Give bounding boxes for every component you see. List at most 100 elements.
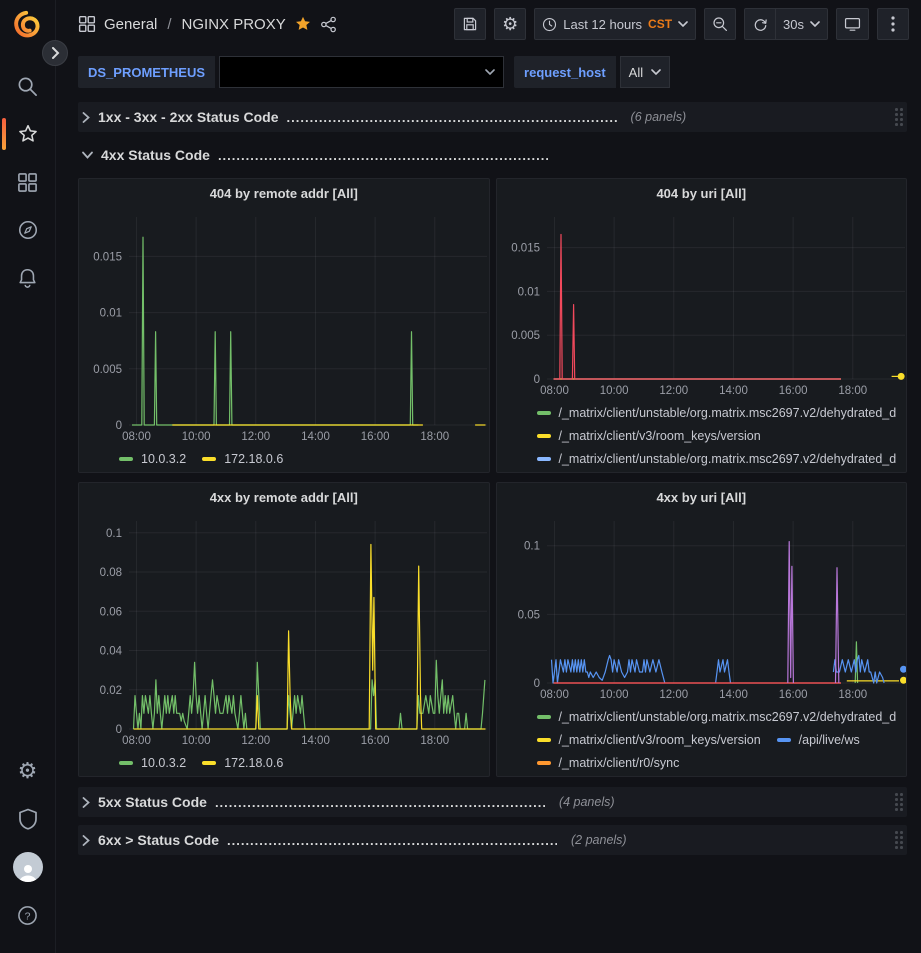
more-options-button[interactable] <box>877 8 909 40</box>
legend-item[interactable]: /_matrix/client/unstable/org.matrix.msc2… <box>537 401 897 424</box>
svg-text:0.1: 0.1 <box>106 528 122 540</box>
panel-title[interactable]: 404 by uri [All] <box>503 179 901 207</box>
row-4xx[interactable]: 4xx Status Code ........................… <box>78 140 907 170</box>
save-dashboard-button[interactable] <box>454 8 486 40</box>
main-area: General / NGINX PROXY ⚙ Last 12 hours CS… <box>56 0 921 953</box>
legend-item[interactable]: /api/live/ws <box>777 728 860 751</box>
breadcrumb: General / NGINX PROXY <box>78 15 337 33</box>
legend-item[interactable]: /_matrix/client/v3/room_keys/version <box>537 728 761 751</box>
legend-label: /_matrix/client/v3/room_keys/version <box>559 429 761 443</box>
chevron-down-icon <box>651 69 661 75</box>
legend-swatch <box>537 434 551 438</box>
time-series-chart[interactable]: 08:0010:0012:0014:0016:0018:0000.0050.01… <box>85 207 490 445</box>
legend-item[interactable]: /sw.js <box>777 470 830 472</box>
panel-4xx-by-remote-addr: 4xx by remote addr [All] 08:0010:0012:00… <box>78 482 490 777</box>
svg-text:18:00: 18:00 <box>838 385 867 397</box>
legend-item[interactable]: /_matrix/client/unstable/org.matrix.msc2… <box>537 774 897 776</box>
svg-text:12:00: 12:00 <box>241 431 270 443</box>
svg-text:10:00: 10:00 <box>182 431 211 443</box>
dashboard-body: 1xx - 3xx - 2xx Status Code ............… <box>56 98 921 953</box>
explore-compass-icon <box>17 219 39 241</box>
time-series-chart[interactable]: 08:0010:0012:0014:0016:0018:0000.0050.01… <box>503 207 908 399</box>
svg-text:16:00: 16:00 <box>778 385 807 397</box>
svg-text:14:00: 14:00 <box>719 385 748 397</box>
svg-text:0.05: 0.05 <box>517 609 539 621</box>
chevron-right-icon <box>51 47 60 59</box>
legend-item[interactable]: /_matrix/client/unstable/org.matrix.msc2… <box>537 705 897 728</box>
legend-item[interactable]: /_matrix/client/v3/room_keys/version <box>537 424 761 447</box>
svg-text:18:00: 18:00 <box>420 431 449 443</box>
svg-text:0.01: 0.01 <box>517 286 539 298</box>
panel-legend: 10.0.3.2 172.18.0.6 <box>85 445 483 470</box>
sidebar-item-search[interactable] <box>0 62 56 110</box>
time-series-chart[interactable]: 08:0010:0012:0014:0016:0018:0000.020.040… <box>85 511 490 749</box>
favorite-star-icon[interactable] <box>294 15 312 33</box>
sidebar-item-starred[interactable] <box>0 110 56 158</box>
row-drag-handle[interactable] <box>895 108 903 126</box>
sidebar-item-configuration[interactable]: ⚙ <box>0 747 56 795</box>
svg-text:14:00: 14:00 <box>301 431 330 443</box>
sidebar-item-explore[interactable] <box>0 206 56 254</box>
legend-item[interactable]: /_matrix/client/v3/room_keys/version <box>537 470 761 472</box>
legend-swatch <box>537 715 551 719</box>
breadcrumb-dashboard-title[interactable]: NGINX PROXY <box>182 16 286 33</box>
row-drag-handle[interactable] <box>895 793 903 811</box>
dashboard-settings-button[interactable]: ⚙ <box>494 8 526 40</box>
legend-item[interactable]: 10.0.3.2 <box>119 447 186 470</box>
panel-title[interactable]: 4xx by uri [All] <box>503 483 901 511</box>
zoom-out-time-button[interactable] <box>704 8 736 40</box>
grafana-logo[interactable] <box>13 10 43 40</box>
legend-item[interactable]: 172.18.0.6 <box>202 751 283 774</box>
panel-legend: /_matrix/client/unstable/org.matrix.msc2… <box>503 703 901 776</box>
svg-text:12:00: 12:00 <box>241 735 270 747</box>
refresh-icon <box>753 17 768 32</box>
svg-text:0: 0 <box>116 420 122 432</box>
breadcrumb-separator: / <box>167 16 171 33</box>
legend-label: 10.0.3.2 <box>141 452 186 466</box>
legend-item[interactable]: /_matrix/client/unstable/org.matrix.msc2… <box>537 447 897 470</box>
legend-label: 172.18.0.6 <box>224 756 283 770</box>
panel-title[interactable]: 404 by remote addr [All] <box>85 179 483 207</box>
cycle-view-mode-button[interactable] <box>836 8 869 40</box>
time-series-chart[interactable]: 08:0010:0012:0014:0016:0018:0000.050.1 <box>503 511 908 703</box>
row-1xx-3xx-2xx[interactable]: 1xx - 3xx - 2xx Status Code ............… <box>78 102 907 132</box>
variable-request-host-select[interactable]: All <box>620 56 670 88</box>
svg-text:?: ? <box>25 910 31 922</box>
sidebar-item-alerting[interactable] <box>0 254 56 302</box>
refresh-interval-select[interactable]: 30s <box>776 8 828 40</box>
chevron-down-icon <box>485 69 495 75</box>
time-range-label: Last 12 hours <box>563 17 642 32</box>
panel-title[interactable]: 4xx by remote addr [All] <box>85 483 483 511</box>
row-drag-handle[interactable] <box>895 831 903 849</box>
sidebar-item-server-admin[interactable] <box>0 795 56 843</box>
svg-text:0.005: 0.005 <box>93 364 122 376</box>
legend-item[interactable]: 172.18.0.6 <box>202 447 283 470</box>
legend-item[interactable]: /_matrix/client/r0/sync <box>537 751 680 774</box>
share-icon[interactable] <box>320 16 337 33</box>
svg-text:12:00: 12:00 <box>659 385 688 397</box>
kebab-menu-icon <box>891 16 895 32</box>
sidebar-item-profile[interactable] <box>0 843 56 891</box>
chevron-down-icon <box>678 21 688 27</box>
star-icon <box>17 123 39 145</box>
breadcrumb-folder[interactable]: General <box>104 16 157 33</box>
legend-swatch <box>537 411 551 415</box>
toolbar: ⚙ Last 12 hours CST 30s <box>454 8 909 40</box>
variable-datasource-select[interactable] <box>219 56 504 88</box>
refresh-button[interactable] <box>744 8 776 40</box>
legend-label: /_matrix/client/r0/sync <box>559 756 680 770</box>
sidebar-item-help[interactable]: ? <box>0 891 56 939</box>
time-range-picker[interactable]: Last 12 hours CST <box>534 8 696 40</box>
svg-text:12:00: 12:00 <box>659 689 688 701</box>
panel-404-by-uri: 404 by uri [All] 08:0010:0012:0014:0016:… <box>496 178 908 473</box>
timezone-label: CST <box>648 17 672 31</box>
legend-item[interactable]: 10.0.3.2 <box>119 751 186 774</box>
chevron-right-icon <box>82 835 90 846</box>
svg-text:16:00: 16:00 <box>361 735 390 747</box>
row-5xx[interactable]: 5xx Status Code ........................… <box>78 787 907 817</box>
row-title-leader: ........................................… <box>287 110 617 125</box>
sidebar-item-dashboards[interactable] <box>0 158 56 206</box>
row-6xx[interactable]: 6xx > Status Code ......................… <box>78 825 907 855</box>
variable-request-host: request_host All <box>514 56 670 88</box>
svg-text:14:00: 14:00 <box>301 735 330 747</box>
